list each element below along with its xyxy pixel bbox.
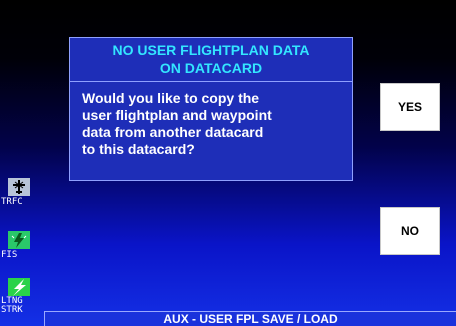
copy-flightplan-dialog: NO USER FLIGHTPLAN DATA ON DATACARD Woul…: [69, 37, 353, 181]
fis-icon: [0, 230, 38, 250]
dialog-title-line-2: ON DATACARD: [159, 60, 263, 76]
dialog-message-line: to this datacard?: [82, 141, 195, 157]
side-tab-label: FIS: [1, 250, 18, 260]
dialog-message-line: user flightplan and waypoint: [82, 107, 272, 123]
side-tab-fis[interactable]: FIS: [0, 230, 39, 264]
dialog-message-line: data from another datacard: [82, 124, 264, 140]
no-button[interactable]: NO: [380, 207, 440, 255]
traffic-icon: [0, 177, 38, 197]
side-tab-traffic[interactable]: TRFC: [0, 177, 39, 211]
side-tab-label-line-2: STRK: [1, 305, 23, 315]
dialog-message: Would you like to copy the user flightpl…: [82, 90, 344, 158]
dialog-message-line: Would you like to copy the: [82, 90, 260, 106]
dialog-title: NO USER FLIGHTPLAN DATA ON DATACARD: [70, 38, 352, 82]
lightning-icon: [0, 277, 38, 297]
mfd-screen: NO USER FLIGHTPLAN DATA ON DATACARD Woul…: [0, 0, 456, 326]
page-title-bar: AUX - USER FPL SAVE / LOAD: [44, 311, 456, 326]
yes-button[interactable]: YES: [380, 83, 440, 131]
side-tab-lightning[interactable]: LTNG STRK: [0, 277, 39, 315]
side-tab-label: TRFC: [1, 197, 23, 207]
dialog-title-line-1: NO USER FLIGHTPLAN DATA: [112, 42, 310, 58]
